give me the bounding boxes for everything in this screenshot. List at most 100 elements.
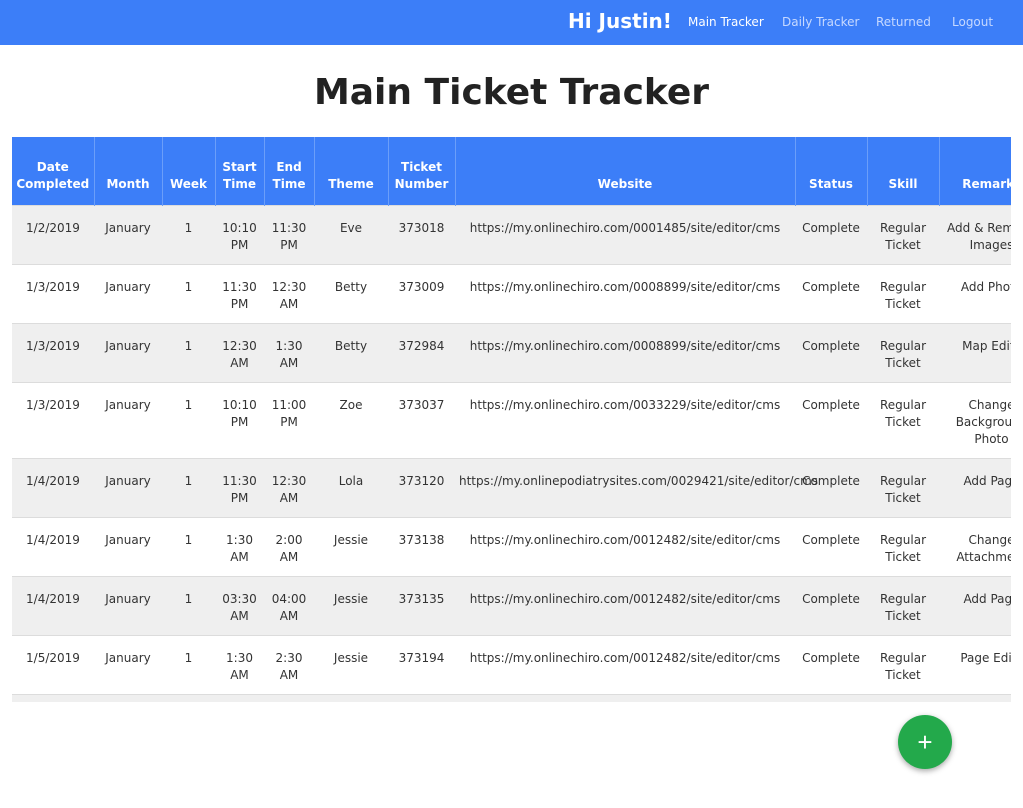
table-body: 1/2/2019 January 1 10:10 PM 11:30 PM Eve 37301… (12, 205, 1011, 702)
nav-main-tracker[interactable]: Main Tracker (688, 15, 764, 29)
column-header-website[interactable]: Website (455, 137, 796, 206)
theme-cell: Jessie (314, 576, 388, 636)
nav-daily-tracker[interactable]: Daily Tracker (782, 15, 859, 29)
skill-cell: Regular (867, 694, 939, 702)
start-time-cell: 12:30 AM (215, 323, 264, 383)
start-time-cell: 1:30 AM (215, 635, 264, 695)
month-cell: January (94, 382, 162, 459)
status-cell: Complete (795, 205, 867, 265)
start-time-cell: 11:30 PM (215, 264, 264, 324)
column-header-remarks[interactable]: Remarks (939, 137, 1011, 206)
skill-cell: Regular Ticket (867, 205, 939, 265)
date-completed-cell: 1/3/2019 (12, 382, 94, 459)
column-header-date-completed[interactable]: Date Completed (12, 137, 95, 206)
theme-cell: Betty (314, 264, 388, 324)
ticket-number-cell: 373135 (388, 576, 455, 636)
column-header-skill[interactable]: Skill (867, 137, 940, 206)
remarks-cell: Add & Remove Images (939, 205, 1011, 265)
week-cell: 1 (162, 264, 215, 324)
nav-logout[interactable]: Logout (952, 15, 993, 29)
start-time-cell: 1:30 AM (215, 517, 264, 577)
start-time-cell: 12:00 (215, 694, 264, 702)
ticket-table-container[interactable]: Date Completed Month Week Start Time End… (12, 137, 1011, 702)
column-header-week[interactable]: Week (162, 137, 216, 206)
ticket-number-cell: 373018 (388, 205, 455, 265)
nav-returned[interactable]: Returned (876, 15, 931, 29)
column-header-ticket-number[interactable]: Ticket Number (388, 137, 456, 206)
start-time-cell: 10:10 PM (215, 205, 264, 265)
week-cell: 1 (162, 205, 215, 265)
website-cell: https://my.onlinechiro.com/0001485/site/… (455, 205, 795, 265)
ticket-number-cell: 373120 (388, 458, 455, 518)
ticket-number-cell: 373037 (388, 382, 455, 459)
remarks-cell: Add Page (939, 458, 1011, 518)
table-header-row: Date Completed Month Week Start Time End… (12, 137, 1011, 206)
table-row[interactable]: 1/3/2019 January 1 11:30 PM 12:30 AM Betty 373… (12, 264, 1011, 324)
end-time-cell: 12:30 AM (264, 458, 314, 518)
ticket-table: Date Completed Month Week Start Time End… (12, 137, 1011, 702)
end-time-cell: 2:30 AM (264, 635, 314, 695)
page-title: Main Ticket Tracker (313, 72, 710, 113)
remarks-cell: Add Photo (939, 264, 1011, 324)
remarks-cell: Add Page (939, 576, 1011, 636)
column-header-end-time[interactable]: End Time (264, 137, 315, 206)
end-time-cell: 04:00 AM (264, 576, 314, 636)
ticket-number-cell: 373138 (388, 517, 455, 577)
theme-cell: Sapphire (314, 694, 388, 702)
date-completed-cell: 1/5/2019 (12, 694, 94, 702)
remarks-cell: Page Edits (939, 635, 1011, 695)
user-greeting: Hi Justin! (568, 9, 672, 33)
week-cell: 1 (162, 382, 215, 459)
skill-cell: Regular Ticket (867, 323, 939, 383)
date-completed-cell: 1/5/2019 (12, 635, 94, 695)
website-cell: https://my.onlinechiro.com/0023450/site/… (455, 694, 795, 702)
table-row[interactable]: 1/4/2019 January 1 03:30 AM 04:00 AM Jessie 37… (12, 576, 1011, 636)
end-time-cell: 1:00 (264, 694, 314, 702)
table-row[interactable]: 1/4/2019 January 1 11:30 PM 12:30 AM Lola 3731… (12, 458, 1011, 518)
status-cell: Complete (795, 458, 867, 518)
month-cell: January (94, 694, 162, 702)
end-time-cell: 2:00 AM (264, 517, 314, 577)
website-cell: https://my.onlinechiro.com/0008899/site/… (455, 264, 795, 324)
end-time-cell: 12:30 AM (264, 264, 314, 324)
table-row[interactable]: 1/3/2019 January 1 12:30 AM 1:30 AM Betty 3729… (12, 323, 1011, 383)
end-time-cell: 1:30 AM (264, 323, 314, 383)
table-row[interactable]: 1/2/2019 January 1 10:10 PM 11:30 PM Eve 37301… (12, 205, 1011, 265)
top-navbar: Hi Justin! Main Tracker Daily Tracker Re… (0, 0, 1023, 45)
date-completed-cell: 1/2/2019 (12, 205, 94, 265)
table-row[interactable]: 1/5/2019 January 1 1:30 AM 2:30 AM Jessie 3731… (12, 635, 1011, 695)
month-cell: January (94, 635, 162, 695)
theme-cell: Zoe (314, 382, 388, 459)
plus-icon: + (917, 727, 933, 757)
month-cell: January (94, 205, 162, 265)
date-completed-cell: 1/4/2019 (12, 517, 94, 577)
column-header-month[interactable]: Month (94, 137, 163, 206)
table-row[interactable]: 1/5/2019January112:001:00Sapphire373189h… (12, 694, 1011, 702)
month-cell: January (94, 323, 162, 383)
status-cell: Complete (795, 382, 867, 459)
table-row[interactable]: 1/3/2019 January 1 10:10 PM 11:00 PM Zoe 37303… (12, 382, 1011, 459)
status-cell: Complete (795, 694, 867, 702)
ticket-number-cell: 372984 (388, 323, 455, 383)
end-time-cell: 11:00 PM (264, 382, 314, 459)
skill-cell: Regular Ticket (867, 458, 939, 518)
column-header-theme[interactable]: Theme (314, 137, 389, 206)
skill-cell: Regular Ticket (867, 382, 939, 459)
add-ticket-button[interactable]: + (898, 715, 952, 769)
table-row[interactable]: 1/4/2019 January 1 1:30 AM 2:00 AM Jessie 3731… (12, 517, 1011, 577)
website-cell: https://my.onlinechiro.com/0008899/site/… (455, 323, 795, 383)
column-header-start-time[interactable]: Start Time (215, 137, 265, 206)
ticket-number-cell: 373189 (388, 694, 455, 702)
date-completed-cell: 1/3/2019 (12, 323, 94, 383)
week-cell: 1 (162, 576, 215, 636)
start-time-cell: 03:30 AM (215, 576, 264, 636)
month-cell: January (94, 264, 162, 324)
theme-cell: Betty (314, 323, 388, 383)
status-cell: Complete (795, 264, 867, 324)
theme-cell: Jessie (314, 517, 388, 577)
website-cell: https://my.onlinechiro.com/0012482/site/… (455, 517, 795, 577)
start-time-cell: 11:30 PM (215, 458, 264, 518)
column-header-status[interactable]: Status (795, 137, 868, 206)
skill-cell: Regular Ticket (867, 264, 939, 324)
theme-cell: Jessie (314, 635, 388, 695)
